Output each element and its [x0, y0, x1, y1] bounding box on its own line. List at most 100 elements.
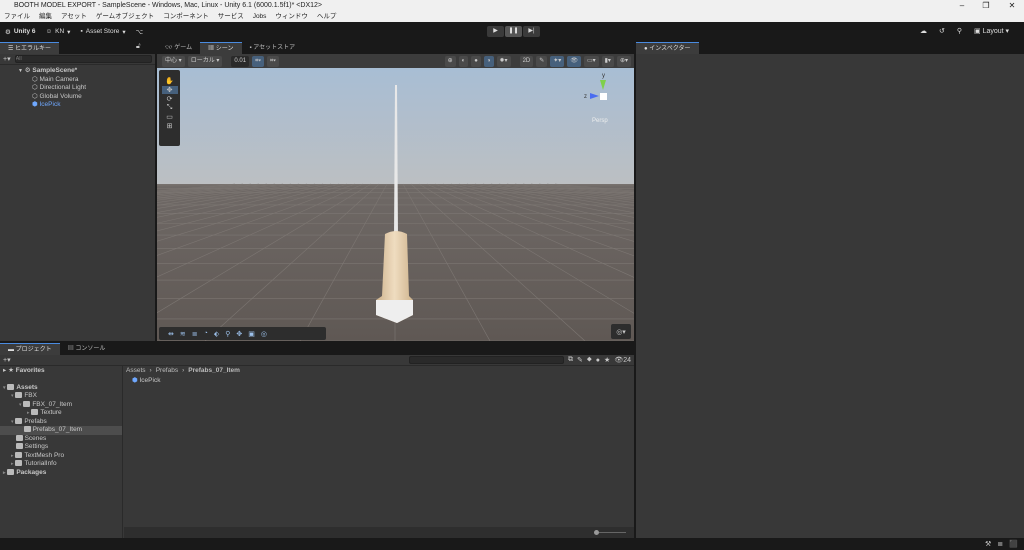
tab-inspector[interactable]: ● インスペクター [636, 42, 699, 54]
filter-type-icon[interactable]: ⧉ [568, 356, 573, 364]
add-button[interactable]: +▾ [3, 55, 11, 63]
lighting-icon[interactable]: ✎ [536, 55, 548, 67]
menu-component[interactable]: コンポーネント [163, 11, 209, 22]
breadcrumb-item[interactable]: Assets [126, 367, 146, 374]
create-button[interactable]: +▾ [3, 356, 11, 364]
maximize-button[interactable]: ❐ [976, 0, 996, 11]
favorites-item[interactable]: ▸ ★ Favorites [0, 367, 122, 376]
project-search-input[interactable] [409, 356, 565, 364]
grid-snap-button[interactable]: ⌗▾ [252, 55, 264, 67]
layout-dropdown[interactable]: ▣ Layout ▾ [974, 27, 1009, 35]
filter-label-icon[interactable]: ✎ [577, 356, 583, 364]
star-icon[interactable]: ★ [604, 356, 610, 364]
unity-button[interactable]: ⚙ Unity 6 [5, 28, 36, 36]
scale-tool-icon[interactable]: ⤡ [167, 104, 173, 112]
visibility-icon[interactable]: 👁︎ [567, 55, 581, 67]
move-tool-icon[interactable]: ✥ [161, 86, 178, 94]
tool-icon[interactable]: ◔ [204, 330, 208, 337]
tool-icon[interactable]: ≣ [192, 330, 198, 338]
menu-window[interactable]: ウィンドウ [275, 11, 308, 22]
fx-icon[interactable]: ✦▾ [550, 55, 565, 67]
tab-project[interactable]: ▬ プロジェクト [0, 343, 60, 355]
tab-game[interactable]: 👓︎ ゲーム [157, 42, 200, 54]
tool-icon[interactable]: ≋ [180, 330, 186, 338]
menu-edit[interactable]: 編集 [39, 11, 52, 22]
folder-item[interactable]: ▾ FBX [0, 392, 122, 401]
hierarchy-item[interactable]: ⬢ IcePick [18, 101, 155, 110]
persp-label[interactable]: Persp [592, 118, 608, 124]
shaded-wire-icon[interactable]: ◐ [458, 55, 469, 67]
info-icon[interactable]: ● [596, 357, 600, 364]
shaded-icon[interactable]: ● [471, 55, 481, 67]
snap-input[interactable]: 0.01 [231, 55, 250, 67]
menu-services[interactable]: サービス [218, 11, 244, 22]
transform-tool-icon[interactable]: ⊞ [167, 122, 173, 130]
hierarchy-item[interactable]: ⬡ Directional Light [18, 84, 155, 93]
hand-tool-icon[interactable]: ✋ [165, 77, 174, 85]
folder-item[interactable]: Prefabs_07_Item [0, 426, 122, 435]
lock-icon[interactable]: 🔓︎ [136, 43, 141, 51]
breadcrumb-item[interactable]: Prefabs_07_Item [188, 367, 240, 374]
asset-item[interactable]: ⬢ IcePick [132, 377, 160, 386]
folder-item[interactable]: Settings [0, 443, 122, 452]
folder-item[interactable]: ▾ Assets [0, 383, 122, 393]
breadcrumb-item[interactable]: Prefabs [156, 367, 178, 374]
progress-icon[interactable]: ⚒ [985, 540, 991, 548]
folder-item[interactable]: ▾ Prefabs [0, 417, 122, 427]
camera-icon[interactable]: ▭▾ [583, 55, 599, 67]
pause-button[interactable]: ❚❚ [505, 26, 522, 37]
account-button[interactable]: ☺ KN ▾ [46, 28, 71, 36]
space-dropdown[interactable]: ローカル ▾ [187, 55, 223, 67]
tag-icon[interactable]: ⬥ [587, 356, 592, 364]
tool-icon[interactable]: ⬖ [214, 330, 219, 338]
grid-button[interactable]: ⌗▾ [267, 55, 279, 67]
tab-asset-store[interactable]: ▪ アセットストア [242, 42, 304, 54]
tool-icon[interactable]: ⇹ [168, 330, 174, 338]
tab-hierarchy[interactable]: ☰ ヒエラルキー [0, 42, 60, 54]
gizmos-icon[interactable]: ⊕▾ [616, 55, 631, 67]
menu-help[interactable]: ヘルプ [317, 11, 337, 22]
debug-icon[interactable]: ✹▾ [496, 55, 511, 67]
cache-icon[interactable]: ≣ [997, 540, 1003, 548]
icon-size-slider[interactable] [594, 530, 626, 535]
history-icon[interactable]: ↺ [939, 27, 945, 35]
search-icon[interactable]: ⚲ [957, 27, 962, 35]
folder-item[interactable]: ▾ FBX_07_Item [0, 400, 122, 410]
tab-console[interactable]: ▤ コンソール [60, 343, 114, 355]
pivot-dropdown[interactable]: 中心 ▾ [162, 55, 185, 67]
rect-tool-icon[interactable]: ▭ [166, 113, 173, 121]
hierarchy-item[interactable]: ⬡ Main Camera [18, 76, 155, 85]
folder-item[interactable]: ▸ TutorialInfo [0, 460, 122, 469]
hierarchy-item[interactable]: ⬡ Global Volume [18, 93, 155, 102]
tool-icon[interactable]: ▣ [248, 330, 255, 338]
play-button[interactable]: ▶ [487, 26, 504, 37]
menu-jobs[interactable]: Jobs [253, 11, 267, 22]
hidden-count[interactable]: 👁︎24 [614, 356, 631, 364]
menu-gameobject[interactable]: ゲームオブジェクト [96, 11, 154, 22]
wireframe-icon[interactable]: ⊕ [444, 55, 456, 67]
debug-mode-icon[interactable]: ⬛ [1009, 540, 1018, 548]
menu-file[interactable]: ファイル [4, 11, 30, 22]
tool-icon[interactable]: ✥ [236, 330, 242, 338]
folder-item[interactable]: ▸ Texture [0, 409, 122, 418]
overlay-icon[interactable]: ▮▾ [601, 55, 614, 67]
camera-overlay-button[interactable]: ◎▾ [611, 324, 631, 339]
menu-assets[interactable]: アセット [61, 11, 87, 22]
tool-icon[interactable]: ◎ [261, 330, 267, 338]
rotate-tool-icon[interactable]: ⟳ [167, 95, 173, 103]
minimize-button[interactable]: – [952, 0, 972, 11]
version-control-icon[interactable]: ⌥ [136, 28, 144, 36]
folder-item[interactable]: ▸ Packages [0, 468, 122, 478]
step-button[interactable]: ▶| [523, 26, 540, 37]
scene-root[interactable]: ▼ ⚙ SampleScene* [18, 67, 155, 76]
tool-icon[interactable]: ⚲ [225, 330, 230, 338]
asset-store-button[interactable]: ▪ Asset Store ▾ [80, 28, 125, 36]
lit-icon[interactable]: ◑ [483, 55, 494, 67]
scene-viewport[interactable]: ✋ ✥ ⟳ ⤡ ▭ ⊞ ⇹ ≋ ≣ ◔ ⬖ ⚲ ✥ ▣ ◎ ◎▾ y z Persp [157, 68, 634, 341]
2d-toggle[interactable]: 2D [519, 55, 534, 67]
orientation-gizmo[interactable]: y z Persp [579, 73, 624, 128]
folder-item[interactable]: ▸ TextMesh Pro [0, 451, 122, 461]
tab-scene[interactable]: ▦ シーン [200, 42, 242, 54]
close-button[interactable]: ✕ [1002, 0, 1022, 11]
folder-item[interactable]: Scenes [0, 434, 122, 444]
